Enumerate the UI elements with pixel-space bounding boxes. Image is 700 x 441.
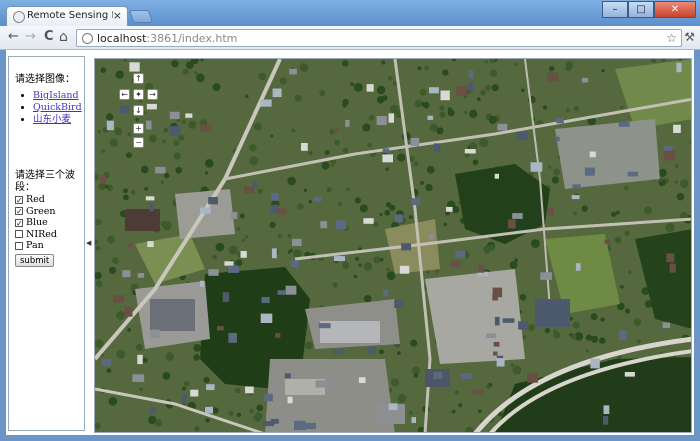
wrench-icon[interactable]: ⚒ <box>684 30 695 44</box>
pan-down-button[interactable]: ↓ <box>133 105 144 116</box>
page-icon <box>82 33 93 44</box>
image-select-heading: 请选择图像： <box>15 74 75 85</box>
list-item: 山东小麦 <box>33 114 82 126</box>
url-path: :3861/index.htm <box>146 32 238 45</box>
image-link-bigisland[interactable]: BigIsland <box>33 90 79 101</box>
pan-home-button[interactable]: ✦ <box>133 89 144 100</box>
home-icon[interactable]: ⌂ <box>59 30 68 44</box>
close-window-button[interactable]: ✕ <box>654 1 696 18</box>
maximize-button[interactable]: □ <box>628 1 654 18</box>
image-link-shandong[interactable]: 山东小麦 <box>33 114 71 125</box>
collapse-arrow-icon[interactable]: ◀ <box>86 239 91 247</box>
list-item: QuickBird <box>33 102 82 114</box>
tab-close-icon[interactable]: × <box>113 9 122 22</box>
page-favicon-icon <box>13 11 25 23</box>
forward-icon[interactable]: → <box>25 30 36 44</box>
band-label-pan: Pan <box>26 240 44 252</box>
building <box>535 299 570 327</box>
bookmark-star-icon[interactable]: ☆ <box>666 31 677 45</box>
panel-splitter[interactable]: ◀ <box>86 56 93 431</box>
zoom-out-button[interactable]: − <box>133 137 144 148</box>
band-row-blue: ✓ Blue <box>15 217 57 229</box>
building <box>150 299 195 331</box>
band-label-red: Red <box>26 194 45 206</box>
new-tab-button[interactable] <box>128 10 154 23</box>
control-panel: 请选择图像： BigIsland QuickBird 山东小麦 请选择三个波段：… <box>8 56 85 431</box>
parking-lot <box>425 269 525 364</box>
title-bar: Remote Sensing Image: × – □ ✕ <box>0 0 700 27</box>
band-row-green: ✓ Green <box>15 206 57 218</box>
band-row-nired: NIRed <box>15 229 57 241</box>
band-label-blue: Blue <box>26 217 48 229</box>
minimize-button[interactable]: – <box>602 1 628 18</box>
band-row-pan: Pan <box>15 240 57 252</box>
satellite-image[interactable] <box>95 59 692 433</box>
checkbox-red[interactable]: ✓ <box>15 195 23 204</box>
browser-toolbar: ← → C ⌂ localhost:3861/index.htm ☆ ⚒ <box>0 26 700 50</box>
submit-button[interactable]: submit <box>15 254 55 267</box>
satellite-map[interactable]: ↑ ← ✦ → ↓ + − <box>94 58 692 433</box>
back-icon[interactable]: ← <box>8 30 19 44</box>
band-row-red: ✓ Red <box>15 194 57 206</box>
window-controls: – □ ✕ <box>602 1 696 19</box>
image-list: BigIsland QuickBird 山东小麦 <box>19 90 82 126</box>
image-link-quickbird[interactable]: QuickBird <box>33 102 82 113</box>
pan-up-button[interactable]: ↑ <box>133 73 144 84</box>
building <box>125 209 160 231</box>
checkbox-green[interactable]: ✓ <box>15 207 23 216</box>
band-select-heading: 请选择三个波段： <box>15 170 75 193</box>
band-list: ✓ Red ✓ Green ✓ Blue NIRed Pan <box>15 194 57 252</box>
reload-icon[interactable]: C <box>44 30 54 44</box>
list-item: BigIsland <box>33 90 82 102</box>
address-bar[interactable]: localhost:3861/index.htm ☆ <box>76 29 682 47</box>
pan-right-button[interactable]: → <box>147 89 158 100</box>
band-label-nired: NIRed <box>26 228 57 240</box>
checkbox-nired[interactable] <box>15 230 23 239</box>
url-text: localhost:3861/index.htm <box>97 32 237 45</box>
pan-left-button[interactable]: ← <box>119 89 130 100</box>
page-content: 请选择图像： BigIsland QuickBird 山东小麦 请选择三个波段：… <box>6 50 694 435</box>
parking-lot <box>555 119 660 189</box>
url-host: localhost <box>97 32 147 45</box>
browser-tab[interactable]: Remote Sensing Image: × <box>6 6 128 27</box>
checkbox-pan[interactable] <box>15 241 23 250</box>
checkbox-blue[interactable]: ✓ <box>15 218 23 227</box>
tab-title: Remote Sensing Image: <box>27 10 113 21</box>
band-label-green: Green <box>26 205 56 217</box>
zoom-in-button[interactable]: + <box>133 123 144 134</box>
